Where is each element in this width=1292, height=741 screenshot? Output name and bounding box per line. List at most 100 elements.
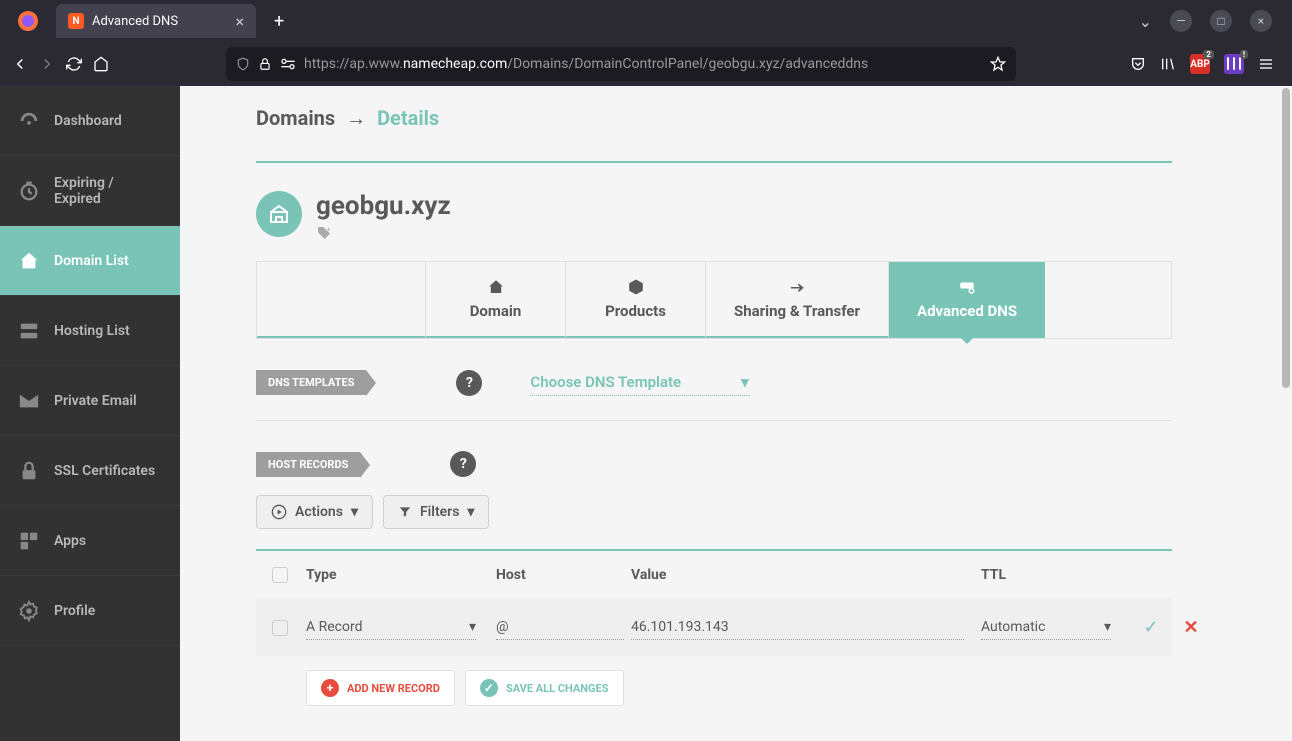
- star-icon[interactable]: [990, 56, 1006, 72]
- scrollbar[interactable]: [1280, 86, 1292, 741]
- tabs: Domain Products Sharing & Transfer Advan…: [256, 261, 1172, 339]
- tab-title: Advanced DNS: [92, 14, 178, 29]
- forward-button[interactable]: [35, 48, 58, 80]
- plus-icon: +: [321, 679, 339, 697]
- add-record-button[interactable]: + ADD NEW RECORD: [306, 670, 455, 706]
- server-icon: [18, 320, 40, 342]
- tab-domain[interactable]: Domain: [425, 262, 565, 338]
- shield-icon: [236, 57, 250, 71]
- host-records-section: HOST RECORDS ? Actions ▾ Filters ▾: [256, 451, 1172, 706]
- delete-icon[interactable]: ✕: [1171, 617, 1211, 638]
- check-icon: ✓: [480, 679, 498, 697]
- filter-icon: [398, 505, 412, 519]
- divider: [256, 161, 1172, 163]
- breadcrumb-sep: →: [346, 106, 366, 130]
- caret-down-icon: ▾: [469, 619, 476, 635]
- sidebar-item-domain-list[interactable]: Domain List: [0, 226, 180, 296]
- help-icon[interactable]: ?: [450, 451, 476, 477]
- nav-right: ABP2 ┃┃┃!: [1130, 54, 1284, 74]
- domain-name: geobgu.xyz: [316, 191, 451, 221]
- tab-label: Products: [605, 302, 666, 320]
- home-icon: [486, 278, 506, 296]
- sidebar-item-label: Expiring / Expired: [54, 175, 162, 207]
- breadcrumb: Domains → Details: [256, 106, 1172, 131]
- sidebar-item-label: Dashboard: [54, 113, 122, 129]
- clock-icon: [18, 180, 40, 202]
- sidebar-item-expiring[interactable]: Expiring / Expired: [0, 156, 180, 226]
- toolbar: Actions ▾ Filters ▾: [256, 495, 1172, 529]
- home-icon: [18, 250, 40, 272]
- sidebar-item-email[interactable]: Private Email: [0, 366, 180, 436]
- browser-tab[interactable]: N Advanced DNS ×: [56, 4, 256, 38]
- adblock-icon[interactable]: ABP2: [1190, 54, 1210, 74]
- actions-button[interactable]: Actions ▾: [256, 495, 373, 529]
- breadcrumb-current: Details: [377, 106, 439, 130]
- tab-products[interactable]: Products: [565, 262, 705, 338]
- window-controls: ⌄ — □ ×: [1139, 10, 1284, 32]
- tab-label: Sharing & Transfer: [734, 302, 860, 320]
- play-icon: [271, 504, 287, 520]
- save-all-button[interactable]: ✓ SAVE ALL CHANGES: [465, 670, 624, 706]
- col-type: Type: [306, 567, 496, 583]
- caret-down-icon: ▾: [741, 373, 749, 391]
- extension-icon[interactable]: ┃┃┃!: [1224, 54, 1244, 74]
- reload-button[interactable]: [62, 48, 85, 80]
- menu-icon[interactable]: [1258, 56, 1274, 72]
- minimize-button[interactable]: —: [1170, 10, 1192, 32]
- url-bar[interactable]: https://ap.www.namecheap.com/Domains/Dom…: [226, 47, 1016, 81]
- sidebar-item-profile[interactable]: Profile: [0, 576, 180, 646]
- bottom-actions: + ADD NEW RECORD ✓ SAVE ALL CHANGES: [256, 670, 1172, 706]
- sidebar-item-label: Apps: [54, 533, 86, 549]
- firefox-logo-icon: [16, 9, 40, 33]
- filters-button[interactable]: Filters ▾: [383, 495, 489, 529]
- content: Domains → Details geobgu.xyz +: [180, 86, 1292, 741]
- breadcrumb-root[interactable]: Domains: [256, 106, 335, 130]
- tab-advanced-dns[interactable]: Advanced DNS: [888, 262, 1045, 338]
- col-value: Value: [631, 567, 981, 583]
- nav-bar: https://ap.www.namecheap.com/Domains/Dom…: [0, 42, 1292, 86]
- sidebar-item-hosting[interactable]: Hosting List: [0, 296, 180, 366]
- transfer-icon: [787, 278, 807, 296]
- mail-icon: [18, 390, 40, 412]
- maximize-button[interactable]: □: [1210, 10, 1232, 32]
- home-button[interactable]: [89, 48, 112, 80]
- tab-sharing[interactable]: Sharing & Transfer: [705, 262, 888, 338]
- ttl-select[interactable]: Automatic ▾: [981, 615, 1111, 640]
- tab-spacer: [257, 262, 425, 338]
- back-button[interactable]: [8, 48, 31, 80]
- sidebar-item-apps[interactable]: Apps: [0, 506, 180, 576]
- browser-chrome: N Advanced DNS × + ⌄ — □ × htt: [0, 0, 1292, 86]
- confirm-icon[interactable]: ✓: [1131, 617, 1171, 638]
- url-text: https://ap.www.namecheap.com/Domains/Dom…: [304, 56, 982, 72]
- caret-down-icon: ▾: [351, 504, 358, 520]
- library-icon[interactable]: [1160, 56, 1176, 72]
- sidebar-item-label: SSL Certificates: [54, 463, 155, 479]
- new-tab-button[interactable]: +: [264, 11, 294, 32]
- gauge-icon: [18, 110, 40, 132]
- domain-avatar-icon: [256, 191, 302, 237]
- sidebar-item-dashboard[interactable]: Dashboard: [0, 86, 180, 156]
- close-window-button[interactable]: ×: [1250, 10, 1272, 32]
- host-input[interactable]: [496, 615, 624, 640]
- row-checkbox[interactable]: [272, 620, 288, 636]
- domain-header: geobgu.xyz +: [256, 191, 1172, 245]
- pocket-icon[interactable]: [1130, 56, 1146, 72]
- value-input[interactable]: [631, 615, 964, 640]
- gear-icon: [18, 600, 40, 622]
- tab-label: Advanced DNS: [917, 302, 1017, 320]
- dns-template-select[interactable]: Choose DNS Template ▾: [530, 369, 748, 396]
- select-all-checkbox[interactable]: [272, 567, 288, 583]
- tab-close-icon[interactable]: ×: [235, 12, 244, 31]
- sidebar: Dashboard Expiring / Expired Domain List…: [0, 86, 180, 741]
- apps-icon: [18, 530, 40, 552]
- table-row: A Record ▾ Automatic ▾ ✓ ✕: [256, 599, 1172, 656]
- caret-down-icon: ▾: [1104, 619, 1111, 635]
- help-icon[interactable]: ?: [456, 370, 482, 396]
- record-type-select[interactable]: A Record ▾: [306, 615, 476, 640]
- tab-bar: N Advanced DNS × + ⌄ — □ ×: [0, 0, 1292, 42]
- col-host: Host: [496, 567, 631, 583]
- dns-templates-section: DNS TEMPLATES ? Choose DNS Template ▾: [256, 369, 1172, 421]
- sidebar-item-ssl[interactable]: SSL Certificates: [0, 436, 180, 506]
- chevron-down-icon[interactable]: ⌄: [1139, 12, 1152, 31]
- add-tag-icon[interactable]: +: [316, 225, 451, 245]
